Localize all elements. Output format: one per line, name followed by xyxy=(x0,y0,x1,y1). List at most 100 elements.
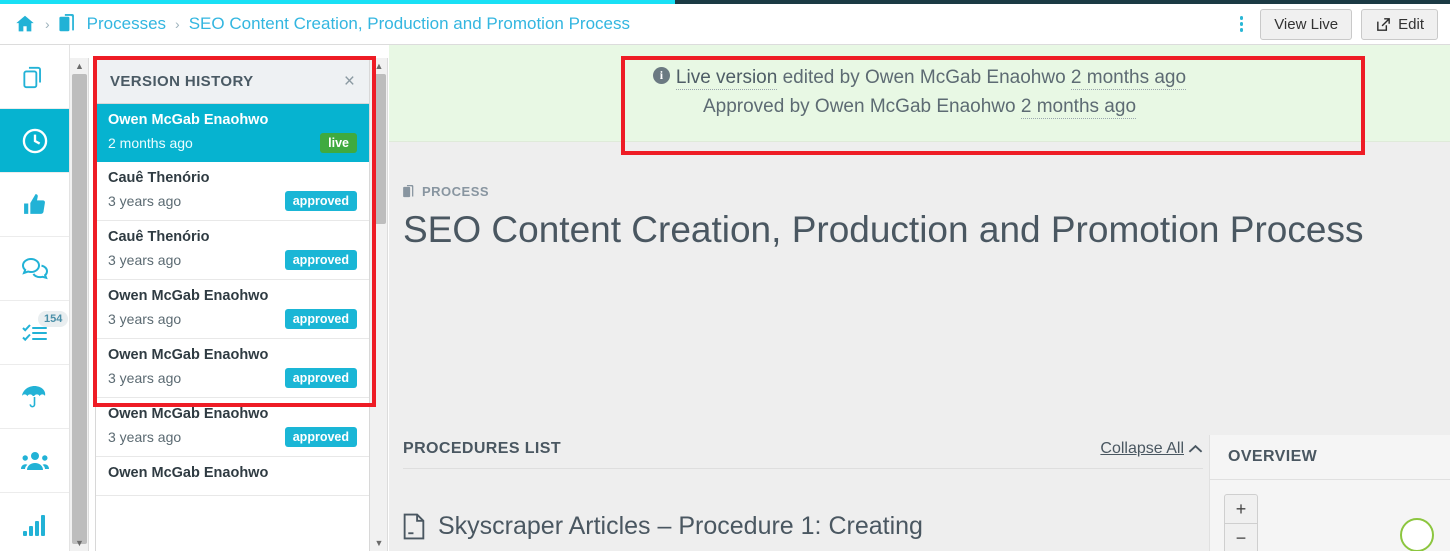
breadcrumb: › Processes › SEO Content Creation, Prod… xyxy=(14,13,630,35)
notice-live-version-label[interactable]: Live version xyxy=(676,67,777,90)
tasks-badge: 154 xyxy=(38,311,68,327)
version-author: Owen McGab Enaohwo xyxy=(108,406,357,422)
processes-icon[interactable] xyxy=(59,14,78,34)
sidebar-item-approvals[interactable] xyxy=(0,173,69,237)
collapse-all-button[interactable]: Collapse All xyxy=(1100,440,1203,458)
procedure-item-label: Skyscraper Articles – Procedure 1: Creat… xyxy=(438,512,923,541)
home-icon[interactable] xyxy=(14,13,36,35)
sidebar-item-comments[interactable] xyxy=(0,237,69,301)
collapse-all-label: Collapse All xyxy=(1100,440,1184,458)
status-badge: approved xyxy=(285,250,357,270)
status-badge: approved xyxy=(285,191,357,211)
version-row[interactable]: Owen McGab Enaohwo xyxy=(96,457,369,496)
version-row[interactable]: Owen McGab Enaohwo 3 years ago approved xyxy=(96,280,369,339)
rail-scroll-thumb[interactable] xyxy=(72,74,87,544)
bar-chart-icon xyxy=(22,514,48,536)
breadcrumb-separator-2: › xyxy=(175,16,180,32)
version-meta: 2 months ago live xyxy=(108,133,357,153)
version-history-header: VERSION HISTORY × xyxy=(96,59,369,104)
version-author: Cauê Thenório xyxy=(108,229,357,245)
notice-line-1: iLive version edited by Owen McGab Enaoh… xyxy=(399,63,1440,92)
version-history-scrollbar[interactable]: ▲ ▼ xyxy=(370,58,388,551)
sidebar-item-version-history[interactable] xyxy=(0,109,69,173)
notice-approved-time[interactable]: 2 months ago xyxy=(1021,96,1136,119)
notice-line-2: Approved by Owen McGab Enaohwo 2 months … xyxy=(399,92,1440,121)
version-author: Owen McGab Enaohwo xyxy=(108,288,357,304)
version-scroll-up-icon[interactable]: ▲ xyxy=(370,58,388,74)
chat-bubbles-icon xyxy=(21,256,49,282)
edit-button-label: Edit xyxy=(1398,16,1424,33)
users-group-icon xyxy=(21,450,49,472)
main-content: iLive version edited by Owen McGab Enaoh… xyxy=(389,45,1450,551)
document-header: PROCESS SEO Content Creation, Production… xyxy=(389,142,1450,251)
chevron-up-icon xyxy=(1188,444,1203,454)
version-row[interactable]: Owen McGab Enaohwo 3 years ago approved xyxy=(96,398,369,457)
version-history-panel: VERSION HISTORY × Owen McGab Enaohwo 2 m… xyxy=(95,58,370,551)
version-scroll-thumb[interactable] xyxy=(372,74,386,224)
overview-header: OVERVIEW xyxy=(1210,435,1450,480)
sidebar-item-protection[interactable] xyxy=(0,365,69,429)
rail-scrollbar[interactable]: ▲ ▼ xyxy=(70,58,89,551)
version-meta: 3 years ago approved xyxy=(108,309,357,329)
version-time: 2 months ago xyxy=(108,135,193,151)
top-bar-actions: View Live Edit xyxy=(1232,9,1438,40)
procedures-section: PROCEDURES LIST Collapse All Skyscraper … xyxy=(403,440,1203,541)
version-time: 3 years ago xyxy=(108,252,181,268)
app-root: › Processes › SEO Content Creation, Prod… xyxy=(0,0,1450,551)
rail-scroll-up-icon[interactable]: ▲ xyxy=(70,58,89,74)
status-badge: approved xyxy=(285,368,357,388)
status-badge: approved xyxy=(285,309,357,329)
version-meta: 3 years ago approved xyxy=(108,368,357,388)
status-badge: approved xyxy=(285,427,357,447)
sidebar-item-tasks[interactable]: 154 xyxy=(0,301,69,365)
zoom-out-button[interactable]: − xyxy=(1225,524,1257,551)
thumbs-up-icon xyxy=(22,192,47,217)
breadcrumb-separator-1: › xyxy=(45,16,50,32)
version-time: 3 years ago xyxy=(108,370,181,386)
notice-approved-by: Approved by Owen McGab Enaohwo xyxy=(703,96,1021,117)
zoom-in-button[interactable]: + xyxy=(1225,495,1257,524)
version-meta: 3 years ago approved xyxy=(108,191,357,211)
copy-documents-icon xyxy=(23,65,46,89)
version-meta: 3 years ago approved xyxy=(108,427,357,447)
version-time: 3 years ago xyxy=(108,193,181,209)
sidebar-item-documents[interactable] xyxy=(0,45,69,109)
version-author: Owen McGab Enaohwo xyxy=(108,465,357,481)
left-icon-rail: 154 xyxy=(0,45,70,551)
overview-body: + − xyxy=(1210,480,1450,551)
process-doc-icon xyxy=(403,185,416,199)
breadcrumb-item-processes[interactable]: Processes xyxy=(87,14,166,34)
version-row[interactable]: Cauê Thenório 3 years ago approved xyxy=(96,162,369,221)
clock-icon xyxy=(21,127,49,155)
version-author: Cauê Thenório xyxy=(108,170,357,186)
version-time: 3 years ago xyxy=(108,429,181,445)
overview-node[interactable] xyxy=(1400,518,1434,551)
version-row[interactable]: Cauê Thenório 3 years ago approved xyxy=(96,221,369,280)
live-version-notice: iLive version edited by Owen McGab Enaoh… xyxy=(389,45,1450,142)
version-author: Owen McGab Enaohwo xyxy=(108,112,357,128)
top-bar: › Processes › SEO Content Creation, Prod… xyxy=(0,4,1450,45)
document-kicker-label: PROCESS xyxy=(422,184,489,199)
procedure-item[interactable]: Skyscraper Articles – Procedure 1: Creat… xyxy=(403,512,1203,541)
view-live-button[interactable]: View Live xyxy=(1260,9,1352,40)
version-row[interactable]: Owen McGab Enaohwo 3 years ago approved xyxy=(96,339,369,398)
version-scroll-down-icon[interactable]: ▼ xyxy=(370,535,388,551)
more-options-icon[interactable] xyxy=(1232,12,1252,36)
overview-title: OVERVIEW xyxy=(1228,448,1317,466)
rail-scroll-down-icon[interactable]: ▼ xyxy=(70,535,89,551)
sidebar-item-reports[interactable] xyxy=(0,493,69,551)
breadcrumb-item-current[interactable]: SEO Content Creation, Production and Pro… xyxy=(189,14,630,34)
sidebar-item-teams[interactable] xyxy=(0,429,69,493)
close-icon[interactable]: × xyxy=(344,72,355,91)
edit-pencil-icon xyxy=(1375,16,1392,33)
procedures-title: PROCEDURES LIST xyxy=(403,440,561,458)
notice-edited-time[interactable]: 2 months ago xyxy=(1071,67,1186,90)
version-row-live[interactable]: Owen McGab Enaohwo 2 months ago live xyxy=(96,104,369,162)
edit-button[interactable]: Edit xyxy=(1361,9,1438,40)
umbrella-icon xyxy=(21,384,48,409)
version-history-list[interactable]: Owen McGab Enaohwo 2 months ago live Cau… xyxy=(96,104,369,551)
version-meta: 3 years ago approved xyxy=(108,250,357,270)
status-badge: live xyxy=(320,133,357,153)
version-author: Owen McGab Enaohwo xyxy=(108,347,357,363)
document-icon xyxy=(403,513,426,540)
